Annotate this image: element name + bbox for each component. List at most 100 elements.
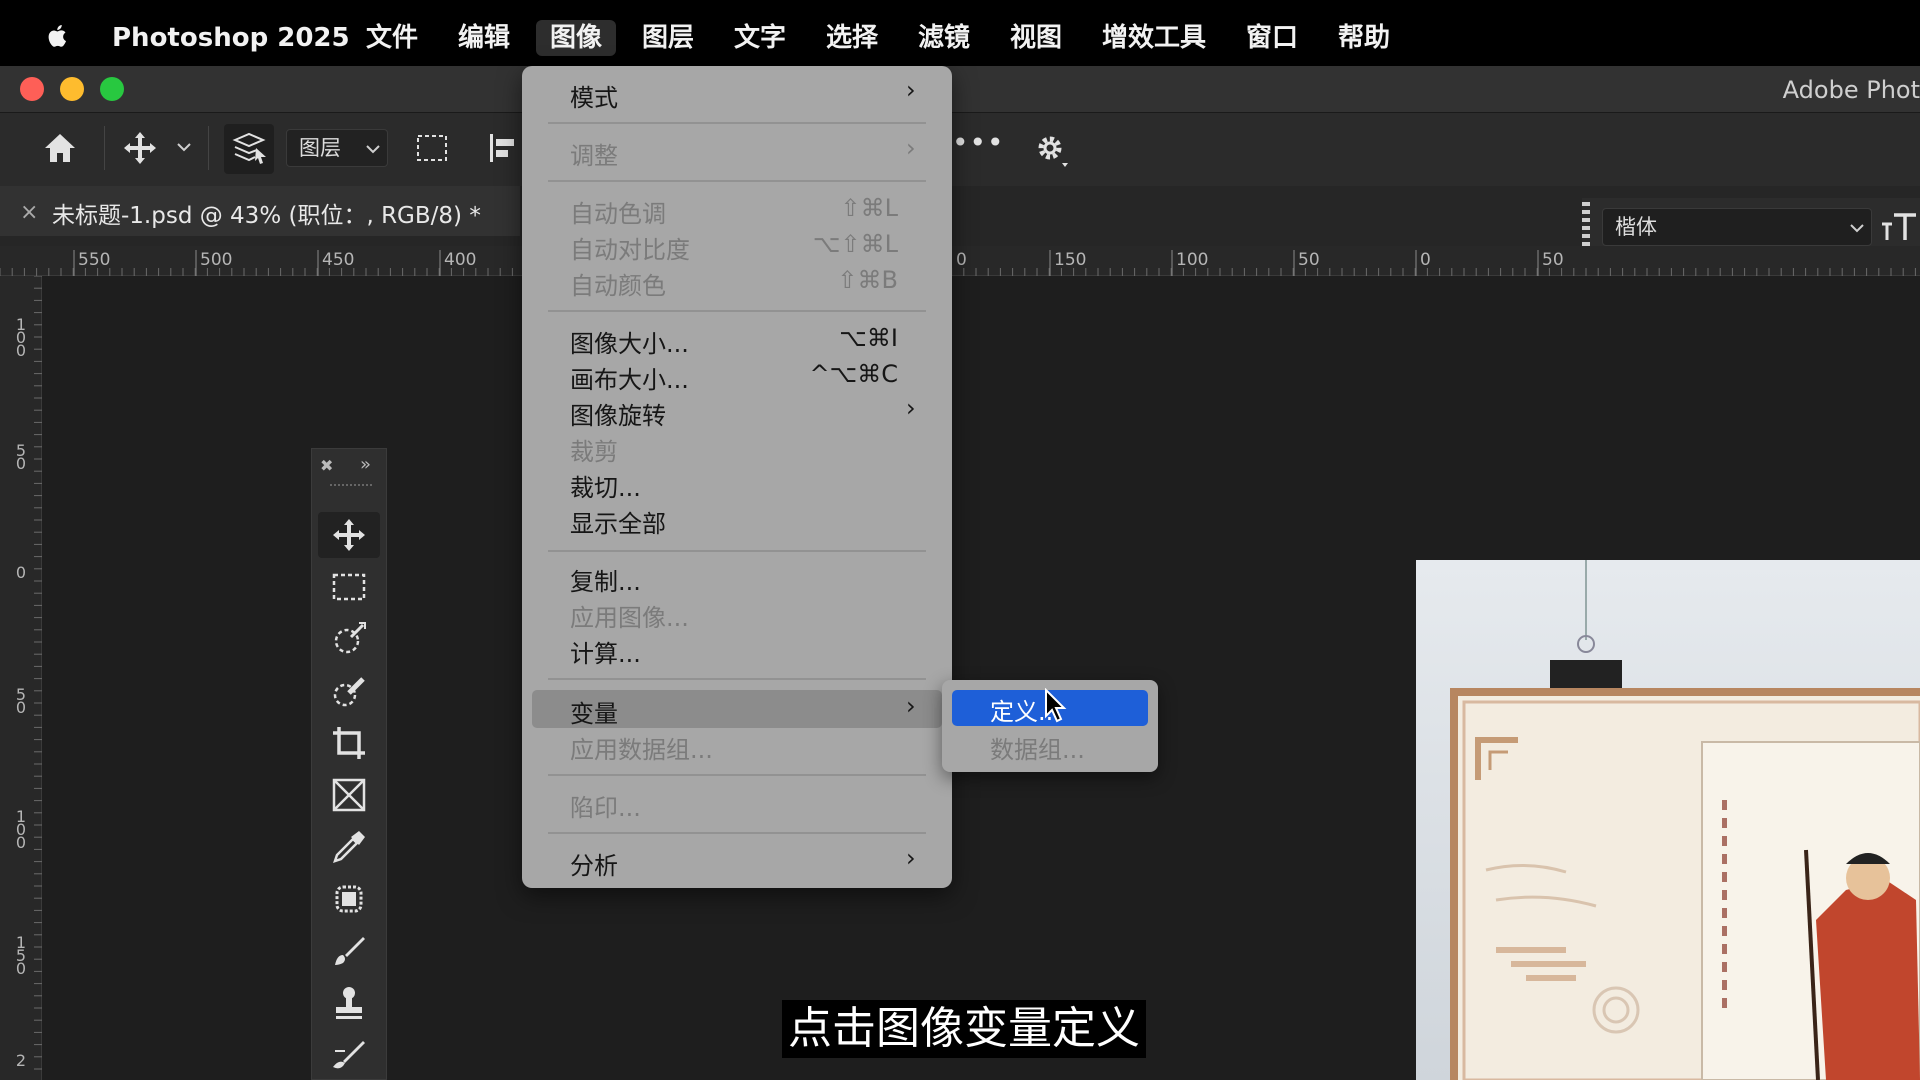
zoom-window-button[interactable] bbox=[100, 77, 124, 101]
tool-eyedropper[interactable] bbox=[318, 824, 380, 870]
more-options-button[interactable]: ••• bbox=[952, 126, 1005, 159]
menu-item-reveal-all[interactable]: 显示全部 bbox=[570, 504, 666, 539]
frame-icon bbox=[332, 778, 366, 812]
menu-separator bbox=[548, 310, 926, 312]
gear-icon[interactable] bbox=[1032, 130, 1072, 170]
ruler-label: 100 bbox=[15, 315, 27, 360]
font-family-dropdown[interactable]: 楷体 bbox=[1602, 208, 1872, 246]
font-size-icon[interactable] bbox=[1880, 210, 1918, 244]
menubar-item-plugins[interactable]: 增效工具 bbox=[1102, 20, 1206, 56]
tool-spot-healing[interactable] bbox=[318, 876, 380, 922]
home-icon[interactable] bbox=[42, 131, 78, 165]
menu-item-auto-contrast: 自动对比度 bbox=[570, 236, 690, 264]
chevron-right-icon: › bbox=[906, 692, 916, 720]
tool-quick-selection[interactable] bbox=[318, 668, 380, 714]
menu-item-trap: 陷印... bbox=[570, 794, 641, 822]
window-titlebar bbox=[0, 66, 1920, 112]
layers-select-icon bbox=[232, 132, 266, 164]
tool-crop[interactable] bbox=[318, 720, 380, 766]
history-brush-icon bbox=[333, 1041, 365, 1069]
tool-object-selection[interactable] bbox=[318, 616, 380, 662]
chevron-down-icon bbox=[366, 145, 380, 154]
ruler-label: 150 bbox=[1054, 250, 1087, 270]
menu-item-mode[interactable]: 模式 bbox=[570, 78, 618, 113]
menu-item-canvas-size[interactable]: 画布大小... bbox=[570, 360, 689, 395]
font-family-value: 楷体 bbox=[1615, 215, 1657, 239]
align-left-icon[interactable] bbox=[488, 132, 518, 164]
crop-icon bbox=[333, 727, 365, 759]
minimize-window-button[interactable] bbox=[60, 77, 84, 101]
chevron-down-icon bbox=[1850, 224, 1864, 233]
chevron-right-icon: › bbox=[906, 394, 916, 422]
menu-item-calculations[interactable]: 计算... bbox=[570, 634, 641, 669]
menu-item-auto-tone: 自动色调 bbox=[570, 200, 666, 228]
menu-item-duplicate[interactable]: 复制... bbox=[570, 562, 641, 597]
shortcut-auto-tone: ⇧⌘L bbox=[840, 194, 898, 222]
ruler-label: 500 bbox=[200, 250, 233, 270]
menubar-item-layer[interactable]: 图层 bbox=[642, 20, 694, 56]
shortcut-auto-contrast: ⌥⇧⌘L bbox=[812, 230, 898, 258]
ruler-label: 0 bbox=[956, 250, 967, 270]
chevron-down-icon[interactable] bbox=[176, 141, 192, 153]
ruler-label: 100 bbox=[15, 807, 27, 852]
ruler-label: 50 bbox=[1542, 250, 1564, 270]
shortcut-image-size: ⌥⌘I bbox=[839, 324, 898, 352]
menubar-item-edit[interactable]: 编辑 bbox=[458, 20, 510, 56]
tool-brush[interactable] bbox=[318, 928, 380, 974]
menu-item-image-rotation[interactable]: 图像旋转 bbox=[570, 396, 666, 431]
shortcut-canvas-size: ^⌥⌘C bbox=[809, 360, 898, 388]
close-panel-icon[interactable]: ✖ bbox=[320, 456, 333, 475]
layer-select-label: 图层 bbox=[299, 136, 341, 160]
tool-marquee[interactable] bbox=[318, 564, 380, 610]
tool-move[interactable] bbox=[318, 512, 380, 558]
menubar-item-type[interactable]: 文字 bbox=[734, 20, 786, 56]
menu-item-trim[interactable]: 裁切... bbox=[570, 468, 641, 503]
apple-icon[interactable] bbox=[44, 22, 72, 50]
menubar-item-help[interactable]: 帮助 bbox=[1338, 20, 1390, 56]
expand-panel-icon[interactable]: » bbox=[360, 454, 371, 475]
mouse-cursor-icon bbox=[1045, 688, 1067, 723]
menu-item-image-size[interactable]: 图像大小... bbox=[570, 324, 689, 359]
chevron-right-icon: › bbox=[906, 844, 916, 872]
menubar-item-view[interactable]: 视图 bbox=[1010, 20, 1062, 56]
menubar-item-filter[interactable]: 滤镜 bbox=[918, 20, 970, 56]
window-title: Adobe Phot bbox=[1782, 76, 1920, 104]
menu-separator bbox=[548, 774, 926, 776]
menubar-item-file[interactable]: 文件 bbox=[366, 20, 418, 56]
quick-selection-icon bbox=[333, 677, 365, 707]
menu-item-variables[interactable]: 变量 bbox=[570, 694, 618, 729]
close-window-button[interactable] bbox=[20, 77, 44, 101]
submenu-item-data-sets: 数据组... bbox=[990, 736, 1085, 764]
menu-separator bbox=[548, 678, 926, 680]
menu-item-crop: 裁剪 bbox=[570, 438, 618, 466]
stamp-icon bbox=[336, 987, 362, 1019]
layer-select-dropdown[interactable]: 图层 bbox=[286, 129, 388, 167]
menu-item-apply-data-set: 应用数据组... bbox=[570, 736, 713, 764]
ruler-label: 50 bbox=[15, 685, 27, 717]
ruler-label: 150 bbox=[15, 933, 27, 978]
menu-separator bbox=[548, 550, 926, 552]
tool-history-brush[interactable] bbox=[318, 1032, 380, 1078]
menubar-item-image[interactable]: 图像 bbox=[536, 20, 617, 56]
panel-grip[interactable] bbox=[330, 484, 372, 486]
brush-icon bbox=[335, 937, 365, 965]
menubar-item-select[interactable]: 选择 bbox=[826, 20, 878, 56]
ruler-label: 50 bbox=[1298, 250, 1320, 270]
ruler-label: 450 bbox=[322, 250, 355, 270]
document-tab-title: 未标题-1.psd @ 43% (职位：, RGB/8) * bbox=[52, 203, 481, 229]
menubar-item-window[interactable]: 窗口 bbox=[1246, 20, 1298, 56]
canvas-artwork[interactable] bbox=[1416, 560, 1920, 1080]
ruler-label: 400 bbox=[444, 250, 477, 270]
ruler-label: 2 bbox=[15, 1051, 27, 1070]
tool-frame[interactable] bbox=[318, 772, 380, 818]
tool-clone-stamp[interactable] bbox=[318, 980, 380, 1026]
shortcut-auto-color: ⇧⌘B bbox=[837, 266, 898, 294]
transform-controls-icon[interactable] bbox=[414, 132, 450, 164]
menu-separator bbox=[548, 122, 926, 124]
tab-close-icon[interactable]: × bbox=[20, 200, 38, 225]
menu-item-auto-color: 自动颜色 bbox=[570, 272, 666, 300]
ruler-label: 0 bbox=[15, 563, 27, 582]
move-tool-icon[interactable] bbox=[122, 130, 158, 166]
menubar-app-name[interactable]: Photoshop 2025 bbox=[112, 20, 350, 56]
menu-item-analysis[interactable]: 分析 bbox=[570, 846, 618, 881]
